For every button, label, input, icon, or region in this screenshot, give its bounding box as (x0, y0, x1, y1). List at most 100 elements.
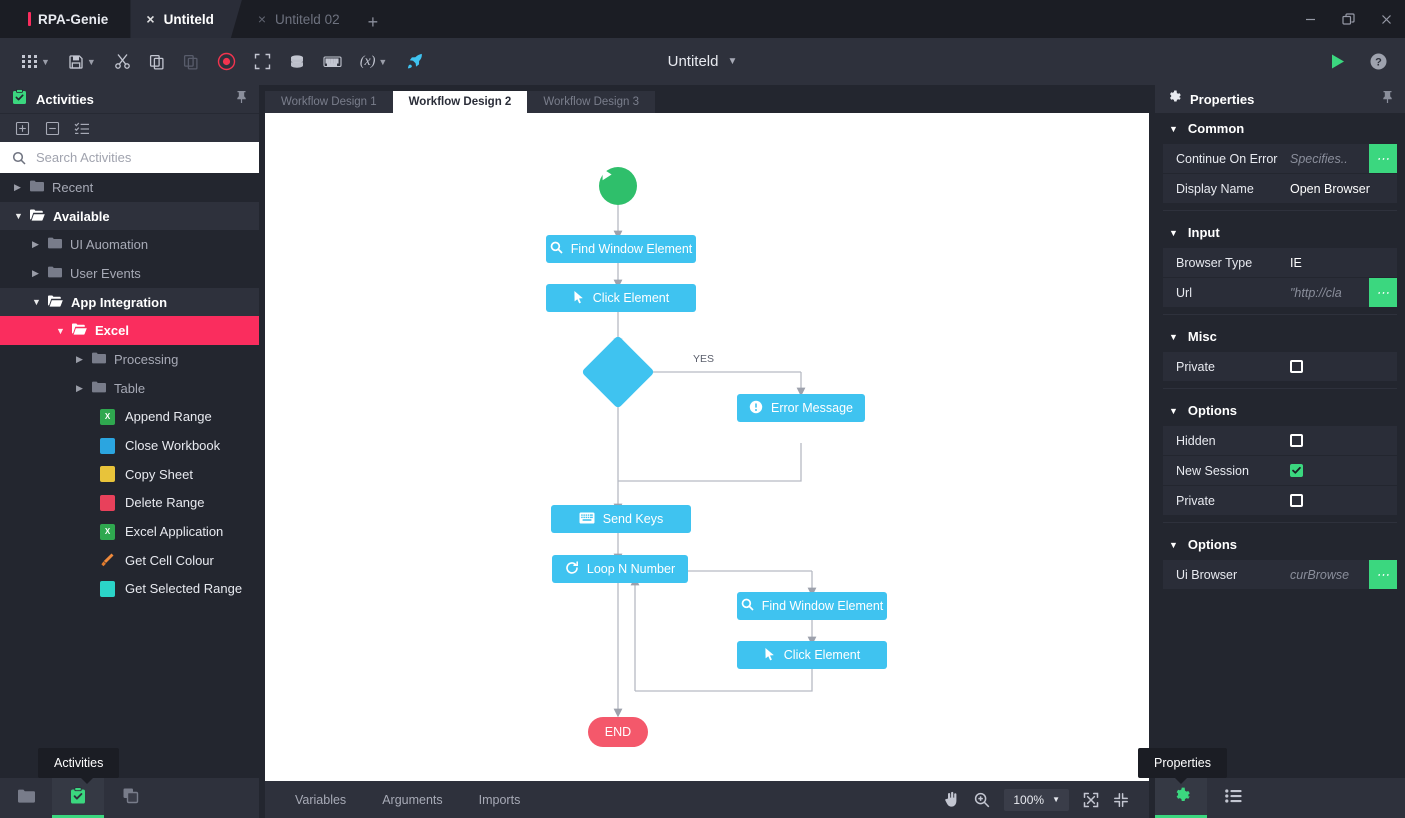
property-more-button[interactable]: ⋯ (1369, 278, 1397, 307)
property-value[interactable] (1281, 456, 1397, 485)
window-tab-untiteld[interactable]: × Untiteld (130, 0, 241, 38)
close-icon[interactable]: × (258, 12, 266, 26)
property-row-browser-type[interactable]: Browser Type IE (1163, 248, 1397, 278)
properties-group-header-common[interactable]: ▼ Common (1155, 113, 1405, 144)
property-more-button[interactable]: ⋯ (1369, 560, 1397, 589)
cut-icon[interactable] (105, 38, 140, 85)
activity-append-range[interactable]: X Append Range (0, 403, 259, 432)
close-icon[interactable] (1367, 0, 1405, 38)
activity-close-workbook[interactable]: Close Workbook (0, 431, 259, 460)
fit-screen-icon[interactable] (1083, 792, 1099, 808)
pin-icon[interactable] (1382, 90, 1393, 108)
tree-item-table[interactable]: ▶ Table (0, 374, 259, 403)
property-value[interactable]: Open Browser (1281, 174, 1397, 203)
fullscreen-icon[interactable] (245, 38, 280, 85)
publish-rocket-icon[interactable] (396, 38, 433, 85)
property-row-continue-on-error[interactable]: Continue On Error Specifies.. ⋯ (1163, 144, 1397, 174)
property-value[interactable]: "http://cla ⋯ (1281, 278, 1397, 307)
restore-icon[interactable] (1329, 0, 1367, 38)
tree-item-available[interactable]: ▼ Available (0, 201, 259, 231)
run-icon[interactable] (1319, 38, 1356, 85)
statusbar-arguments[interactable]: Arguments (364, 793, 460, 807)
properties-group-header-options-1[interactable]: ▼ Options (1155, 395, 1405, 426)
property-value[interactable]: IE (1281, 248, 1397, 277)
activity-get-selected-range[interactable]: Get Selected Range (0, 575, 259, 604)
properties-group-header-misc[interactable]: ▼ Misc (1155, 321, 1405, 352)
dock-properties[interactable] (1155, 778, 1207, 818)
property-row-private-misc[interactable]: Private (1163, 352, 1397, 382)
tree-item-ui-automation[interactable]: ▶ UI Auomation (0, 230, 259, 259)
tab-workflow-design-1[interactable]: Workflow Design 1 (265, 91, 393, 113)
flow-node-send-keys[interactable]: Send Keys (551, 505, 691, 533)
checkbox-checked-icon[interactable] (1290, 464, 1303, 477)
flow-node-click-element-1[interactable]: Click Element (546, 284, 696, 312)
property-row-new-session[interactable]: New Session (1163, 456, 1397, 486)
chevron-down-icon[interactable]: ▼ (41, 57, 50, 67)
list-view-icon[interactable] (70, 116, 94, 140)
activity-get-cell-colour[interactable]: Get Cell Colour (0, 546, 259, 575)
flow-node-error-message[interactable]: Error Message (737, 394, 865, 422)
chevron-down-icon[interactable]: ▼ (378, 57, 387, 67)
checkbox-unchecked-icon[interactable] (1290, 434, 1303, 447)
properties-group-header-options-2[interactable]: ▼ Options (1155, 529, 1405, 560)
expand-all-icon[interactable] (10, 116, 34, 140)
property-more-button[interactable]: ⋯ (1369, 144, 1397, 173)
property-row-ui-browser[interactable]: Ui Browser curBrowse ⋯ (1163, 560, 1397, 590)
tab-workflow-design-3[interactable]: Workflow Design 3 (527, 91, 655, 113)
property-row-private-options[interactable]: Private (1163, 486, 1397, 516)
chevron-down-icon[interactable]: ▼ (87, 57, 96, 67)
new-tab-button[interactable]: + (360, 13, 393, 38)
pin-icon[interactable] (236, 90, 247, 108)
zoom-level-select[interactable]: 100% ▼ (1004, 788, 1069, 811)
property-row-hidden[interactable]: Hidden (1163, 426, 1397, 456)
flow-node-loop-n-number[interactable]: Loop N Number (552, 555, 688, 583)
activity-excel-application[interactable]: X Excel Application (0, 517, 259, 546)
copy-icon[interactable] (140, 38, 174, 85)
grid-menu-icon[interactable]: ▼ (12, 38, 59, 85)
flow-node-find-window-element-1[interactable]: Find Window Element (546, 235, 696, 263)
properties-group-header-input[interactable]: ▼ Input (1155, 217, 1405, 248)
database-icon[interactable] (280, 38, 314, 85)
variable-icon[interactable]: (x) ▼ (351, 38, 396, 85)
chevron-down-icon[interactable]: ▼ (727, 56, 737, 67)
checkbox-unchecked-icon[interactable] (1290, 494, 1303, 507)
property-value[interactable]: curBrowse ⋯ (1281, 560, 1397, 589)
activity-copy-sheet[interactable]: Copy Sheet (0, 460, 259, 489)
flow-end-node[interactable]: END (588, 717, 648, 747)
activity-delete-range[interactable]: Delete Range (0, 489, 259, 518)
paste-icon[interactable] (174, 38, 208, 85)
workflow-canvas[interactable]: Find Window Element Click Element YES Er… (265, 113, 1149, 781)
flow-node-click-element-2[interactable]: Click Element (737, 641, 887, 669)
property-value[interactable] (1281, 352, 1397, 381)
checkbox-unchecked-icon[interactable] (1290, 360, 1303, 373)
statusbar-imports[interactable]: Imports (461, 793, 539, 807)
keyboard-icon[interactable] (314, 38, 351, 85)
minimize-icon[interactable] (1291, 0, 1329, 38)
collapse-all-icon[interactable] (40, 116, 64, 140)
tree-item-excel[interactable]: ▼ Excel (0, 316, 259, 346)
pan-hand-icon[interactable] (943, 791, 960, 808)
dock-files[interactable] (0, 778, 52, 818)
search-activities-box[interactable] (0, 142, 259, 173)
flow-start-node[interactable] (599, 167, 637, 205)
property-value[interactable] (1281, 486, 1397, 515)
dock-outline[interactable] (1207, 778, 1259, 818)
search-input[interactable] (36, 150, 247, 165)
property-value[interactable] (1281, 426, 1397, 455)
window-tab-untiteld-02[interactable]: × Untiteld 02 (242, 0, 360, 38)
close-icon[interactable]: × (146, 12, 154, 26)
tree-item-app-integration[interactable]: ▼ App Integration (0, 287, 259, 317)
tree-item-user-events[interactable]: ▶ User Events (0, 259, 259, 288)
property-row-display-name[interactable]: Display Name Open Browser (1163, 174, 1397, 204)
zoom-magnifier-icon[interactable] (974, 792, 990, 808)
help-icon[interactable]: ? (1360, 38, 1397, 85)
tree-item-recent[interactable]: ▶ Recent (0, 173, 259, 202)
save-icon[interactable]: ▼ (59, 38, 105, 85)
property-value[interactable]: Specifies.. ⋯ (1281, 144, 1397, 173)
tree-item-processing[interactable]: ▶ Processing (0, 345, 259, 374)
property-row-url[interactable]: Url "http://cla ⋯ (1163, 278, 1397, 308)
tab-workflow-design-2[interactable]: Workflow Design 2 (392, 91, 528, 113)
statusbar-variables[interactable]: Variables (277, 793, 364, 807)
record-icon[interactable] (208, 38, 245, 85)
dock-snippets[interactable] (104, 778, 156, 818)
